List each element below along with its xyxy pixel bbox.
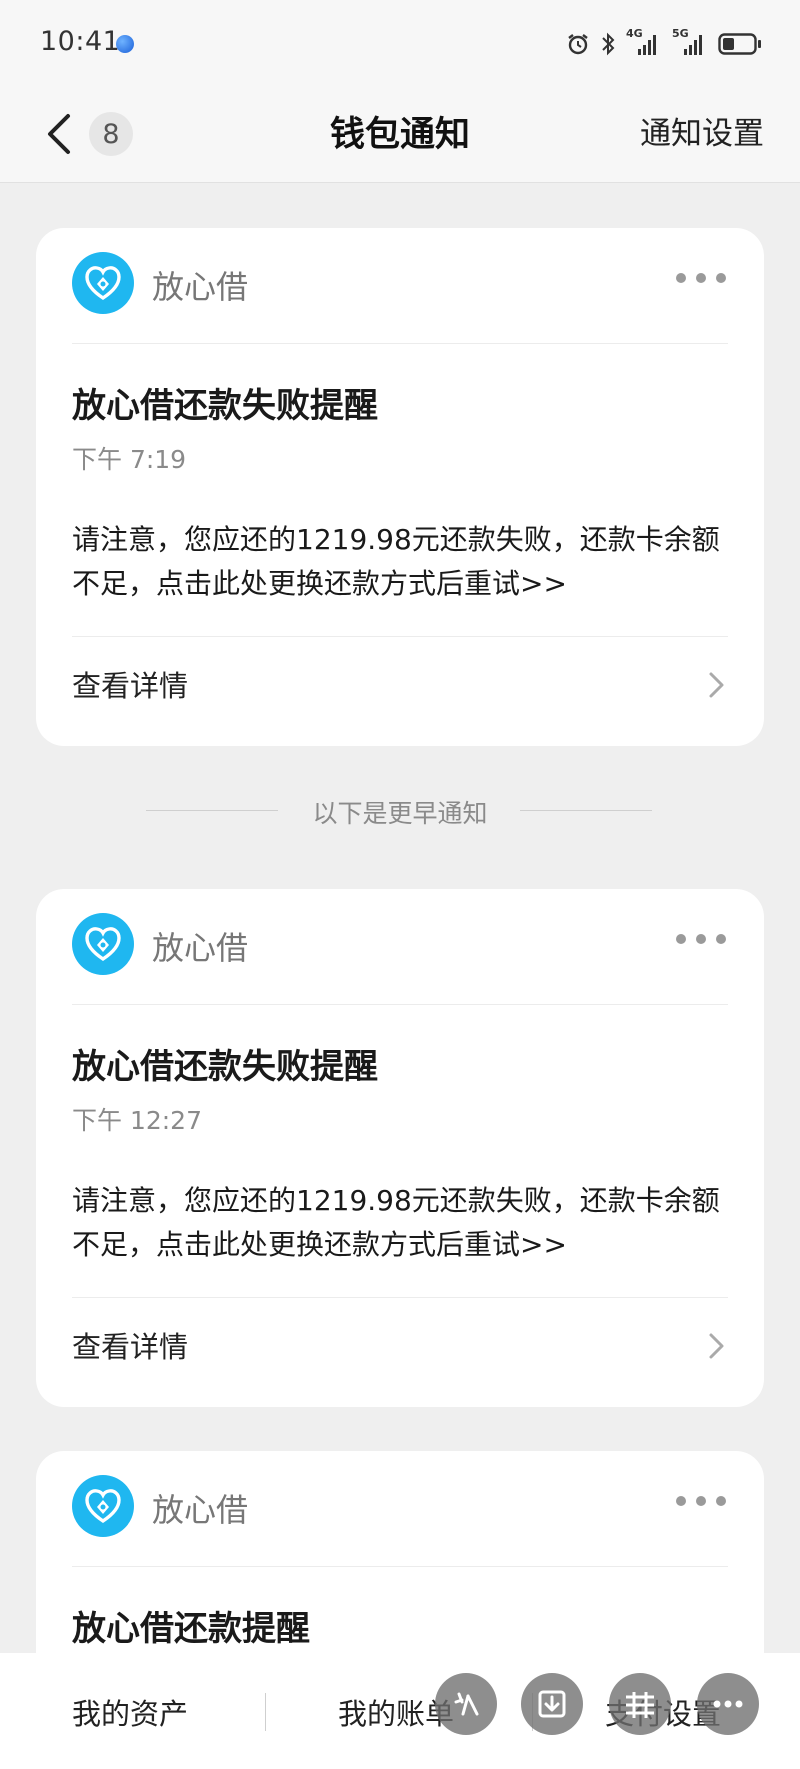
app-logo-icon <box>72 1475 134 1537</box>
more-options-icon[interactable] <box>676 1491 726 1511</box>
notification-title: 放心借还款提醒 <box>72 1609 310 1649</box>
more-options-icon[interactable] <box>676 929 726 949</box>
floating-grid-button[interactable] <box>609 1673 671 1735</box>
more-dots-icon <box>713 1700 743 1708</box>
tab-separator <box>265 1693 266 1731</box>
notification-time: 下午 7:19 <box>72 445 187 474</box>
view-details-row[interactable]: 查看详情 <box>72 1297 728 1407</box>
status-bar: 10:41 4G 5G <box>0 0 800 88</box>
floating-more-button[interactable] <box>697 1673 759 1735</box>
divider-line <box>520 810 652 811</box>
notification-card[interactable]: 放心借 放心借还款失败提醒 下午 12:27 请注意，您应还的1219.98元还… <box>36 889 764 1407</box>
notification-card[interactable]: 放心借 放心借还款失败提醒 下午 7:19 请注意，您应还的1219.98元还款… <box>36 228 764 746</box>
app-logo-icon <box>72 252 134 314</box>
tab-my-assets[interactable]: 我的资产 <box>72 1691 188 1733</box>
notification-body[interactable]: 请注意，您应还的1219.98元还款失败，还款卡余额不足，点击此处更换还款方式后… <box>72 518 724 606</box>
card-header: 放心借 <box>72 889 728 1005</box>
status-icons: 4G 5G <box>566 27 762 60</box>
signal-4g: 4G <box>626 27 662 59</box>
signal-icon <box>638 35 656 55</box>
view-details-row[interactable]: 查看详情 <box>72 636 728 746</box>
chevron-left-icon <box>48 114 70 154</box>
signal-5g: 5G <box>672 27 708 59</box>
alarm-icon <box>568 34 588 55</box>
notification-title: 放心借还款失败提醒 <box>72 1047 378 1087</box>
status-time: 10:41 <box>40 26 121 57</box>
back-button[interactable] <box>30 104 86 164</box>
signal-icon <box>684 35 702 55</box>
view-details-label: 查看详情 <box>72 669 189 703</box>
app-logo-icon <box>72 913 134 975</box>
card-header: 放心借 <box>72 1451 728 1567</box>
notification-title: 放心借还款失败提醒 <box>72 386 378 426</box>
card-header: 放心借 <box>72 228 728 344</box>
earlier-notifications-divider: 以下是更早通知 <box>0 790 800 830</box>
navigation-bar: 8 钱包通知 通知设置 <box>0 88 800 183</box>
more-options-icon[interactable] <box>676 268 726 288</box>
bluetooth-icon <box>602 32 615 56</box>
notification-settings-button[interactable]: 通知设置 <box>640 108 764 153</box>
notification-count-badge[interactable]: 8 <box>89 112 133 156</box>
app-name: 放心借 <box>152 929 249 967</box>
notification-time: 下午 12:27 <box>72 1106 202 1135</box>
view-details-label: 查看详情 <box>72 1330 189 1364</box>
app-indicator-icon <box>116 35 134 53</box>
earlier-notifications-label: 以下是更早通知 <box>312 799 488 828</box>
notification-body[interactable]: 请注意，您应还的1219.98元还款失败，还款卡余额不足，点击此处更换还款方式后… <box>72 1179 724 1267</box>
chevron-right-icon <box>709 672 724 698</box>
chevron-right-icon <box>709 1333 724 1359</box>
grid-icon <box>626 1692 654 1718</box>
app-name: 放心借 <box>152 268 249 306</box>
battery-icon <box>718 33 761 55</box>
sparkle-icon <box>454 1692 479 1716</box>
bottom-tab-bar: 我的资产 我的账单 支付设置 <box>0 1653 800 1769</box>
floating-tool-button[interactable] <box>435 1673 497 1735</box>
floating-download-button[interactable] <box>521 1673 583 1735</box>
app-name: 放心借 <box>152 1491 249 1529</box>
download-icon <box>538 1690 566 1718</box>
